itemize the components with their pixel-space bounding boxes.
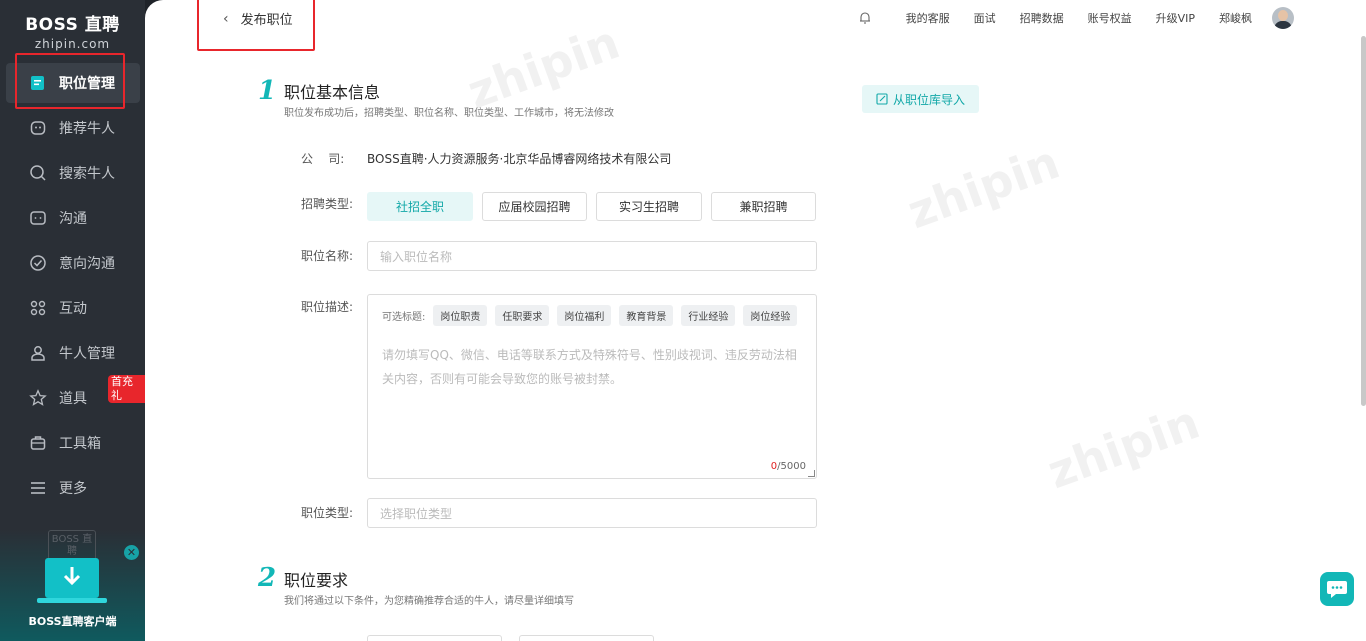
sidebar-item-label: 职位管理: [59, 76, 115, 92]
chat-icon: [28, 208, 48, 228]
job-name-label: 职位名称:: [301, 249, 354, 263]
experience-select[interactable]: [367, 635, 502, 641]
brand-logo[interactable]: BOSS 直聘 zhipin.com: [0, 10, 145, 51]
job-desc-textarea[interactable]: 可选标题: 岗位职责 任职要求 岗位福利 教育背景 行业经验 岗位经验 请勿填写…: [367, 294, 817, 479]
desc-tag[interactable]: 岗位福利: [557, 305, 612, 326]
sidebar-item-label: 推荐牛人: [59, 121, 115, 137]
company-label: 公 司:: [301, 152, 345, 166]
job-category-select[interactable]: 选择职位类型: [367, 498, 817, 528]
desc-placeholder: 请勿填写QQ、微信、电话等联系方式及特殊符号、性别歧视词、违反劳动法相关内容，否…: [382, 348, 797, 386]
menu-icon: [28, 478, 48, 498]
page-title: 发布职位: [240, 13, 293, 28]
check-circle-icon: [28, 253, 48, 273]
close-icon[interactable]: ✕: [124, 545, 139, 560]
type-intern[interactable]: 实习生招聘: [596, 192, 702, 221]
nav-customer-service[interactable]: 我的客服: [906, 10, 950, 26]
back-button[interactable]: ‹ 发布职位: [223, 9, 293, 29]
toolbox-icon: [28, 433, 48, 453]
edit-icon: [876, 93, 888, 105]
search-icon: [28, 163, 48, 183]
grid-icon: [28, 298, 48, 318]
sidebar-item-label: 互动: [59, 301, 87, 317]
section-title: 职位要求: [284, 571, 349, 590]
sidebar-item-label: 牛人管理: [59, 346, 115, 362]
top-bar: ‹ 发布职位 我的客服 面试 招聘数据 账号权益 升级VIP 郑峻枫: [145, 0, 1366, 36]
sidebar: BOSS 直聘 zhipin.com 职位管理 推荐牛人 搜索牛人 沟通 意向沟…: [0, 0, 145, 641]
nav-recruit-data[interactable]: 招聘数据: [1020, 10, 1064, 26]
nav-username[interactable]: 郑峻枫: [1219, 10, 1252, 26]
desc-tag[interactable]: 教育背景: [619, 305, 674, 326]
type-campus[interactable]: 应届校园招聘: [482, 192, 587, 221]
import-label: 从职位库导入: [892, 92, 965, 107]
watermark: zhipin: [900, 134, 1067, 240]
company-value: BOSS直聘·人力资源服务·北京华品博睿网络技术有限公司: [367, 152, 672, 166]
top-nav: 我的客服 面试 招聘数据 账号权益 升级VIP 郑峻枫: [858, 0, 1366, 36]
section-number: 2: [258, 563, 277, 593]
star-icon: [28, 388, 48, 408]
avatar[interactable]: [1272, 7, 1294, 29]
main-panel: zhipin zhipin zhipin ‹ 发布职位 我的客服 面试 招聘数据…: [145, 0, 1366, 641]
person-icon: [28, 343, 48, 363]
first-charge-badge: 首充礼: [108, 375, 145, 403]
import-from-library-button[interactable]: 从职位库导入: [862, 85, 979, 113]
char-max: /5000: [777, 461, 806, 472]
job-category-label: 职位类型:: [301, 506, 354, 520]
sidebar-item-label: 工具箱: [59, 436, 101, 452]
help-chat-button[interactable]: [1320, 572, 1354, 606]
desc-tag[interactable]: 岗位职责: [433, 305, 488, 326]
type-social-fulltime[interactable]: 社招全职: [367, 192, 473, 221]
sidebar-item-intent-chat[interactable]: 意向沟通: [0, 243, 145, 283]
desc-tag[interactable]: 任职要求: [495, 305, 550, 326]
section-subtitle: 职位发布成功后，招聘类型、职位名称、职位类型、工作城市，将无法修改: [284, 108, 614, 119]
bell-icon[interactable]: [858, 11, 872, 25]
brand-name: BOSS 直聘: [25, 15, 120, 35]
client-download-promo[interactable]: BOSS 直聘 ✕ BOSS直聘客户端: [0, 530, 145, 641]
char-counter: 0/5000: [771, 461, 806, 472]
recommend-icon: [28, 118, 48, 138]
brand-domain: zhipin.com: [34, 37, 111, 51]
resize-handle[interactable]: [808, 470, 815, 477]
sidebar-item-label: 更多: [59, 481, 87, 497]
sidebar-item-label: 搜索牛人: [59, 166, 115, 182]
desc-tag[interactable]: 岗位经验: [743, 305, 798, 326]
desc-tags-label: 可选标题:: [382, 312, 426, 323]
section-subtitle: 我们将通过以下条件，为您精确推荐合适的牛人，请尽量详细填写: [284, 596, 574, 607]
sidebar-item-recommend[interactable]: 推荐牛人: [0, 108, 145, 148]
sidebar-item-toolbox[interactable]: 工具箱: [0, 423, 145, 463]
job-desc-label: 职位描述:: [301, 300, 354, 314]
chevron-left-icon: ‹: [223, 10, 229, 27]
job-name-input[interactable]: 输入职位名称: [367, 241, 817, 271]
nav-upgrade-vip[interactable]: 升级VIP: [1156, 10, 1195, 26]
sidebar-item-more[interactable]: 更多: [0, 468, 145, 508]
nav-account-rights[interactable]: 账号权益: [1088, 10, 1132, 26]
desc-tag-row: 可选标题: 岗位职责 任职要求 岗位福利 教育背景 行业经验 岗位经验: [382, 305, 798, 326]
sidebar-item-interaction[interactable]: 互动: [0, 288, 145, 328]
client-ghost-logo: BOSS 直聘: [48, 530, 96, 560]
nav-interview[interactable]: 面试: [974, 10, 996, 26]
recruit-type-label: 招聘类型:: [301, 197, 354, 211]
scrollbar[interactable]: [1361, 36, 1366, 406]
chat-bubble-icon: [1327, 581, 1347, 598]
job-icon: [28, 73, 48, 93]
download-icon: [37, 558, 107, 603]
sidebar-item-label: 沟通: [59, 211, 87, 227]
sidebar-item-talent-management[interactable]: 牛人管理: [0, 333, 145, 373]
section-number: 1: [258, 76, 277, 106]
sidebar-item-label: 道具: [59, 391, 87, 407]
watermark: zhipin: [1040, 394, 1207, 500]
sidebar-item-search[interactable]: 搜索牛人: [0, 153, 145, 193]
desc-tag[interactable]: 行业经验: [681, 305, 736, 326]
section-title: 职位基本信息: [284, 83, 381, 102]
education-select[interactable]: [519, 635, 654, 641]
sidebar-item-job-management[interactable]: 职位管理: [6, 63, 140, 103]
sidebar-item-chat[interactable]: 沟通: [0, 198, 145, 238]
client-label: BOSS直聘客户端: [28, 615, 117, 628]
type-parttime[interactable]: 兼职招聘: [711, 192, 816, 221]
sidebar-item-label: 意向沟通: [59, 256, 115, 272]
